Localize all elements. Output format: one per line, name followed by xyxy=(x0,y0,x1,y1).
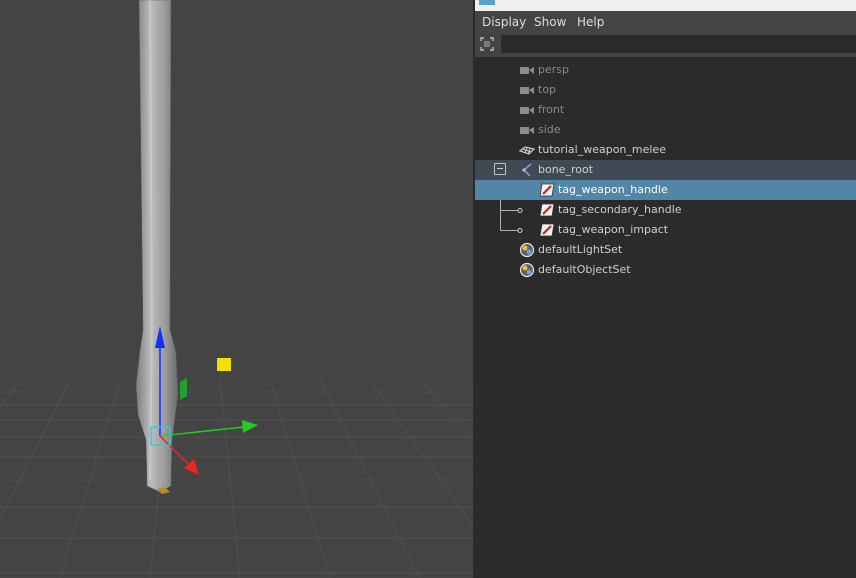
outliner-item-bone-root[interactable]: bone_root xyxy=(475,160,856,180)
outliner-item-label: defaultLightSet xyxy=(538,243,623,256)
viewport-scene xyxy=(0,0,473,578)
tag-icon xyxy=(539,222,555,238)
mesh-icon xyxy=(518,142,536,158)
camera-icon xyxy=(519,122,535,138)
outliner-item-label: top xyxy=(538,83,557,96)
menu-display[interactable]: Display xyxy=(482,15,526,29)
camera-icon xyxy=(519,102,535,118)
outliner-item-label: tag_secondary_handle xyxy=(558,203,682,216)
outliner-item-label: defaultObjectSet xyxy=(538,263,631,276)
xy-plane-handle xyxy=(217,358,231,371)
outliner-item-label: tag_weapon_handle xyxy=(558,183,668,196)
outliner-item-default-object-set[interactable]: defaultObjectSet xyxy=(475,260,856,280)
filter-icon[interactable] xyxy=(479,36,495,52)
outliner-item-label: tutorial_weapon_melee xyxy=(538,143,666,156)
outliner-item-tag-weapon-impact[interactable]: tag_weapon_impact xyxy=(475,220,856,240)
outliner-item-label: front xyxy=(538,103,565,116)
outliner-item-label: persp xyxy=(538,63,569,76)
outliner-item-tag-secondary-handle[interactable]: tag_secondary_handle xyxy=(475,200,856,220)
menu-bar: Display Show Help xyxy=(475,11,856,33)
outliner-item-tutorial-weapon-melee[interactable]: tutorial_weapon_melee xyxy=(475,140,856,160)
yz-plane-handle xyxy=(180,378,187,400)
tag-icon xyxy=(539,182,555,198)
ground-grid xyxy=(0,379,473,578)
menu-help[interactable]: Help xyxy=(577,15,604,29)
weapon-mesh xyxy=(135,0,179,493)
outliner-toolbar xyxy=(475,33,856,57)
outliner-panel: Display Show Help persp top front side t… xyxy=(475,0,856,578)
outliner-item-label: tag_weapon_impact xyxy=(558,223,669,236)
3d-viewport[interactable] xyxy=(0,0,473,578)
outliner-item-label: side xyxy=(538,123,561,136)
x-axis-cone xyxy=(242,420,258,433)
outliner-item-label: bone_root xyxy=(538,163,594,176)
set-icon xyxy=(519,262,535,278)
camera-icon xyxy=(519,82,535,98)
tag-icon xyxy=(539,202,555,218)
joint-icon xyxy=(519,162,535,178)
outliner-item-tag-weapon-handle[interactable]: tag_weapon_handle xyxy=(475,180,856,200)
outliner-item-default-light-set[interactable]: defaultLightSet xyxy=(475,240,856,260)
search-input[interactable] xyxy=(501,35,856,53)
outliner-item-top[interactable]: top xyxy=(475,80,856,100)
set-icon xyxy=(519,242,535,258)
outliner-item-persp[interactable]: persp xyxy=(475,60,856,80)
camera-icon xyxy=(519,62,535,78)
outliner-item-side[interactable]: side xyxy=(475,120,856,140)
collapse-toggle[interactable] xyxy=(494,163,506,175)
outliner-item-front[interactable]: front xyxy=(475,100,856,120)
window-title-strip xyxy=(475,0,856,11)
menu-show[interactable]: Show xyxy=(534,15,566,29)
